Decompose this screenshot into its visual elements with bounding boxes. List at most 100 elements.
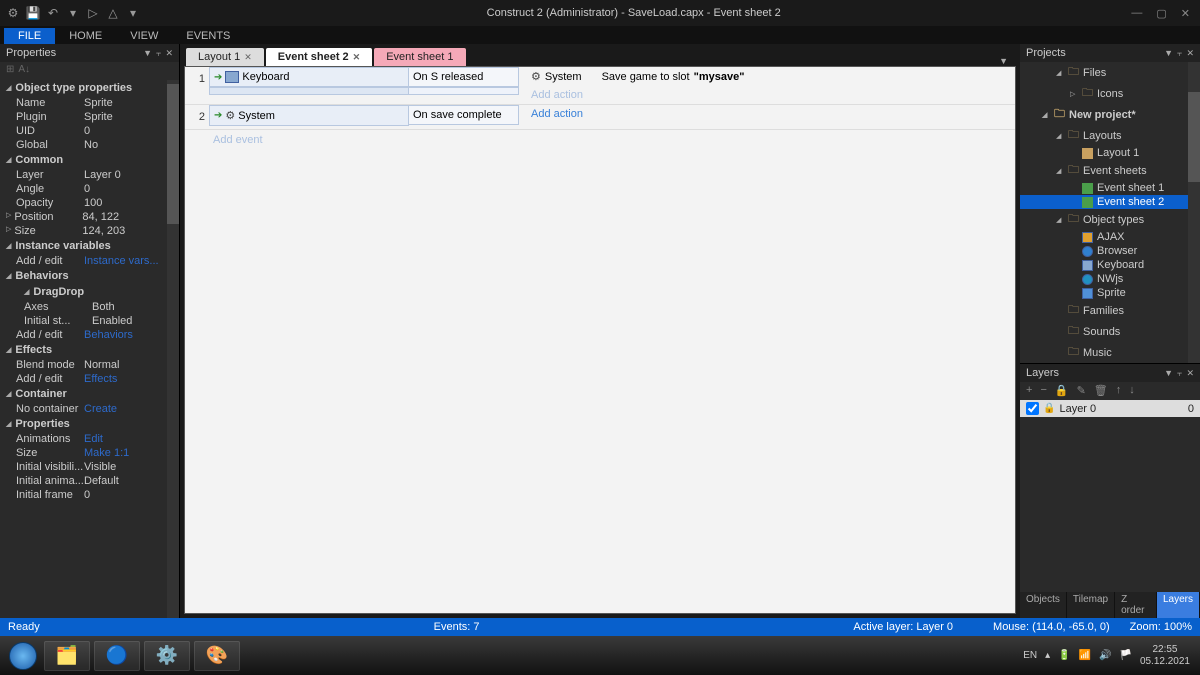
- tree-sprite[interactable]: Sprite: [1097, 287, 1126, 299]
- link-effects[interactable]: Effects: [84, 373, 117, 385]
- tree-layout1[interactable]: Layout 1: [1097, 147, 1139, 159]
- remove-layer-icon[interactable]: −: [1040, 384, 1046, 398]
- tab-layout1[interactable]: Layout 1✕: [186, 48, 264, 66]
- event-sheet[interactable]: 1 ➔ Keyboard On S released ⚙: [184, 66, 1016, 614]
- panel-dropdown-icon[interactable]: ▼: [1164, 48, 1173, 58]
- tab-event-sheet-2[interactable]: Event sheet 2✕: [266, 48, 372, 66]
- link-create-container[interactable]: Create: [84, 403, 117, 415]
- panel-close-icon[interactable]: ✕: [1186, 48, 1194, 59]
- close-icon[interactable]: ✕: [244, 52, 252, 62]
- taskbar-construct[interactable]: ⚙️: [144, 641, 190, 671]
- section-properties[interactable]: Properties: [0, 416, 179, 432]
- flag-icon[interactable]: 🏳️: [1119, 650, 1131, 661]
- tab-view[interactable]: VIEW: [116, 28, 172, 44]
- panel-pin-icon[interactable]: ⫟: [1177, 48, 1182, 59]
- undo-icon[interactable]: ↶: [46, 6, 60, 20]
- ptab-objects[interactable]: Objects: [1020, 592, 1067, 618]
- lock-icon[interactable]: 🔒: [1043, 403, 1055, 414]
- debug-icon[interactable]: △: [106, 6, 120, 20]
- condition-selected[interactable]: [209, 87, 409, 95]
- lock-icon[interactable]: 🔒: [1055, 384, 1069, 398]
- panel-close-icon[interactable]: ✕: [165, 48, 173, 59]
- prop-layer[interactable]: Layer 0: [84, 169, 121, 181]
- add-action-link[interactable]: Add action: [527, 86, 1015, 104]
- qat-dropdown-icon[interactable]: ▾: [126, 6, 140, 20]
- ptab-layers[interactable]: Layers: [1157, 592, 1200, 618]
- move-down-icon[interactable]: ↓: [1129, 384, 1135, 398]
- tree-es2[interactable]: Event sheet 2: [1097, 196, 1164, 208]
- link-make11[interactable]: Make 1:1: [84, 447, 129, 459]
- condition-text[interactable]: On save complete: [409, 105, 519, 125]
- section-effects[interactable]: Effects: [0, 342, 179, 358]
- prop-initial-state[interactable]: Enabled: [92, 315, 132, 327]
- tab-events[interactable]: EVENTS: [172, 28, 244, 44]
- event-row[interactable]: 1 ➔ Keyboard On S released ⚙: [185, 67, 1015, 105]
- delete-icon[interactable]: 🗑: [1094, 384, 1108, 398]
- condition[interactable]: ➔ ⚙ System: [209, 105, 409, 126]
- close-button[interactable]: ✕: [1181, 7, 1190, 20]
- tree-ajax[interactable]: AJAX: [1097, 231, 1125, 243]
- link-animations-edit[interactable]: Edit: [84, 433, 103, 445]
- run-icon[interactable]: ▷: [86, 6, 100, 20]
- tree-browser[interactable]: Browser: [1097, 245, 1137, 257]
- panel-dropdown-icon[interactable]: ▼: [143, 48, 152, 58]
- action[interactable]: ⚙ System Save game to slot "mysave": [527, 67, 1015, 86]
- tab-home[interactable]: HOME: [55, 28, 116, 44]
- tab-event-sheet-1[interactable]: Event sheet 1: [374, 48, 465, 66]
- volume-icon[interactable]: 🔊: [1099, 650, 1111, 661]
- rename-icon[interactable]: ✎: [1077, 384, 1086, 398]
- add-event-link[interactable]: Add event: [185, 130, 1015, 150]
- link-instance-vars[interactable]: Instance vars...: [84, 255, 159, 267]
- taskbar-chrome[interactable]: 🔵: [94, 641, 140, 671]
- prop-axes[interactable]: Both: [92, 301, 115, 313]
- prop-name[interactable]: Sprite: [84, 97, 113, 109]
- redo-dropdown-icon[interactable]: ▾: [66, 6, 80, 20]
- link-behaviors[interactable]: Behaviors: [84, 329, 133, 341]
- prop-initial-anim[interactable]: Default: [84, 475, 119, 487]
- taskbar-paint[interactable]: 🎨: [194, 641, 240, 671]
- condition[interactable]: ➔ Keyboard: [209, 67, 409, 87]
- prop-position[interactable]: 84, 122: [82, 211, 119, 223]
- section-container[interactable]: Container: [0, 386, 179, 402]
- maximize-button[interactable]: ▢: [1156, 7, 1166, 20]
- section-instance-vars[interactable]: Instance variables: [0, 238, 179, 254]
- tab-file[interactable]: FILE: [4, 28, 55, 44]
- properties-scrollbar[interactable]: [167, 80, 179, 618]
- prop-initial-frame[interactable]: 0: [84, 489, 90, 501]
- ptab-tilemap[interactable]: Tilemap: [1067, 592, 1115, 618]
- prop-opacity[interactable]: 100: [84, 197, 102, 209]
- condition-text[interactable]: On S released: [409, 67, 519, 87]
- section-dragdrop[interactable]: DragDrop: [0, 284, 179, 300]
- prop-initial-visibility[interactable]: Visible: [84, 461, 116, 473]
- section-common[interactable]: Common: [0, 152, 179, 168]
- battery-icon[interactable]: 🔋: [1058, 650, 1070, 661]
- tree-keyboard[interactable]: Keyboard: [1097, 259, 1144, 271]
- taskbar-explorer[interactable]: 🗂️: [44, 641, 90, 671]
- minimize-button[interactable]: —: [1131, 7, 1142, 20]
- panel-dropdown-icon[interactable]: ▼: [1164, 368, 1173, 378]
- clock[interactable]: 22:55 05.12.2021: [1140, 644, 1190, 668]
- sort-icon[interactable]: A↓: [18, 64, 30, 78]
- panel-close-icon[interactable]: ✕: [1186, 368, 1194, 379]
- project-tree[interactable]: ◢🗀Files ▷🗀Icons ◢🗀New project* ◢🗀Layouts…: [1020, 62, 1200, 363]
- move-up-icon[interactable]: ↑: [1116, 384, 1122, 398]
- projects-scrollbar[interactable]: [1188, 62, 1200, 363]
- close-icon[interactable]: ✕: [353, 52, 361, 62]
- save-icon[interactable]: 💾: [26, 6, 40, 20]
- event-row[interactable]: 2 ➔ ⚙ System On save complete Add action: [185, 105, 1015, 130]
- layer-visible-checkbox[interactable]: [1026, 402, 1039, 415]
- start-button[interactable]: [4, 641, 42, 671]
- lang-indicator[interactable]: EN: [1023, 650, 1037, 661]
- tray-chevron-icon[interactable]: ▴: [1045, 650, 1050, 661]
- tree-nwjs[interactable]: NWjs: [1097, 273, 1123, 285]
- ptab-zorder[interactable]: Z order: [1115, 592, 1157, 618]
- prop-size[interactable]: 124, 203: [82, 225, 125, 237]
- gear-icon[interactable]: ⚙: [6, 6, 20, 20]
- tree-es1[interactable]: Event sheet 1: [1097, 182, 1164, 194]
- prop-global[interactable]: No: [84, 139, 98, 151]
- section-behaviors[interactable]: Behaviors: [0, 268, 179, 284]
- categorize-icon[interactable]: ⊞: [6, 64, 14, 78]
- tabs-dropdown-icon[interactable]: ▼: [993, 56, 1014, 66]
- add-action-link[interactable]: Add action: [527, 105, 1015, 123]
- layer-row[interactable]: 🔒 Layer 0 0: [1020, 400, 1200, 417]
